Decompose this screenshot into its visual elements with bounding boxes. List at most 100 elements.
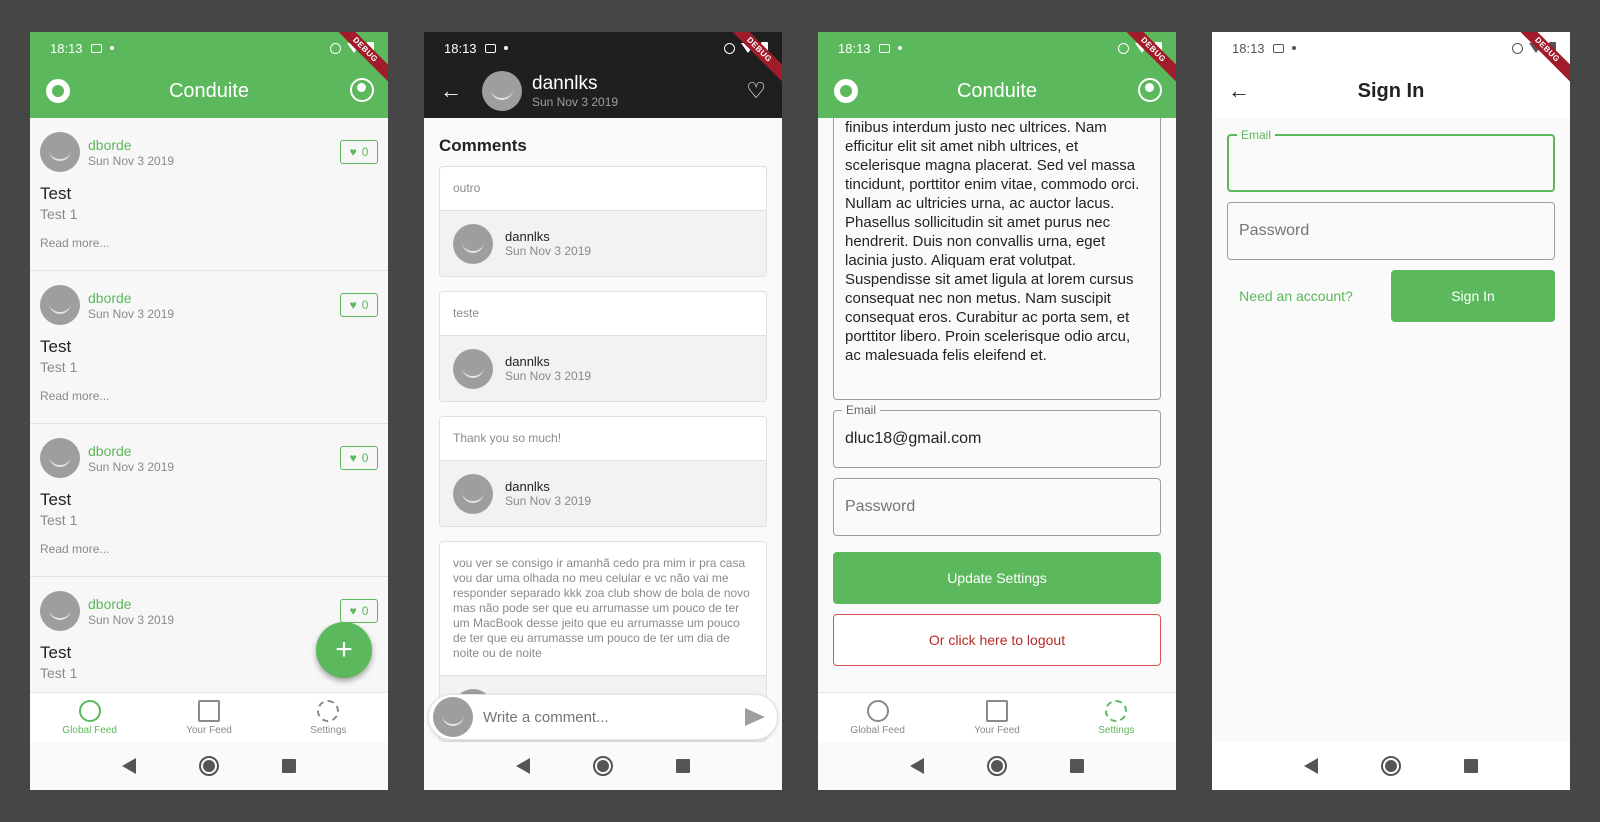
system-home-icon[interactable] bbox=[198, 756, 219, 776]
article-title: Test bbox=[40, 184, 72, 203]
password-field[interactable]: Password bbox=[833, 478, 1161, 536]
my-avatar bbox=[433, 697, 473, 737]
avatar[interactable] bbox=[40, 285, 80, 325]
battery-icon bbox=[1155, 42, 1162, 54]
email-field[interactable]: Email bbox=[1227, 128, 1555, 192]
gear-icon bbox=[1105, 699, 1128, 722]
status-time: 18:13 bbox=[838, 40, 871, 56]
update-settings-button[interactable]: Update Settings bbox=[833, 552, 1161, 604]
email-field[interactable]: Email dluc18@gmail.com bbox=[833, 403, 1161, 468]
article-date: Sun Nov 3 2019 bbox=[88, 153, 175, 168]
article-description: Test 1 bbox=[40, 206, 78, 222]
article-card[interactable]: dborde Sun Nov 3 2019 ♥ 0 Test Test 1 Read… bbox=[30, 424, 388, 577]
nav-label: Your Feed bbox=[186, 724, 232, 736]
system-home-icon[interactable] bbox=[592, 756, 613, 776]
nav-your-feed[interactable]: Your Feed bbox=[937, 693, 1056, 742]
status-bar: 18:13 bbox=[30, 32, 388, 64]
avatar[interactable] bbox=[40, 591, 80, 631]
comment-input-bar[interactable]: Write a comment... bbox=[428, 694, 778, 740]
avatar[interactable] bbox=[453, 348, 493, 389]
password-field[interactable]: Password bbox=[1227, 202, 1555, 260]
status-bar: 18:13 bbox=[818, 32, 1176, 64]
logout-button[interactable]: Or click here to logout bbox=[833, 614, 1161, 666]
article-author[interactable]: dannlks bbox=[532, 73, 618, 95]
like-count: 0 bbox=[361, 145, 369, 159]
comment-body: outro bbox=[453, 181, 481, 195]
heart-icon: ♥ bbox=[349, 298, 357, 312]
system-back-icon[interactable] bbox=[515, 758, 530, 774]
globe-icon bbox=[78, 699, 101, 722]
article-card[interactable]: dborde Sun Nov 3 2019 ♥ 0 Test Test 1 Read… bbox=[30, 271, 388, 424]
phone-global-feed: 18:13 Conduite DEBUG dborde Sun Nov 3 201… bbox=[30, 32, 388, 790]
system-recents-icon[interactable] bbox=[676, 759, 691, 773]
article-author[interactable]: dborde bbox=[88, 290, 174, 306]
nav-settings[interactable]: Settings bbox=[1057, 693, 1176, 742]
read-more-link[interactable]: Read more... bbox=[40, 389, 378, 403]
comment-input[interactable]: Write a comment... bbox=[483, 709, 609, 726]
password-placeholder: Password bbox=[845, 498, 916, 515]
app-bar: ← dannlks Sun Nov 3 2019 ♡ bbox=[424, 64, 782, 118]
comment-date: Sun Nov 3 2019 bbox=[505, 369, 592, 383]
bio-textarea[interactable]: finibus interdum justo nec ultrices. Nam… bbox=[833, 118, 1161, 400]
avatar[interactable] bbox=[40, 132, 80, 172]
read-more-link[interactable]: Read more... bbox=[40, 236, 378, 250]
comment-date: Sun Nov 3 2019 bbox=[505, 494, 592, 508]
heart-icon: ♥ bbox=[349, 145, 357, 159]
status-time: 18:13 bbox=[444, 40, 477, 56]
nav-global-feed[interactable]: Global Feed bbox=[818, 693, 937, 742]
alarm-icon bbox=[1512, 42, 1523, 54]
password-placeholder: Password bbox=[1239, 222, 1310, 239]
like-button[interactable]: ♥ 0 bbox=[340, 599, 378, 623]
article-date: Sun Nov 3 2019 bbox=[532, 95, 619, 109]
system-home-icon[interactable] bbox=[986, 756, 1007, 776]
system-recents-icon[interactable] bbox=[1464, 759, 1479, 773]
article-card[interactable]: dborde Sun Nov 3 2019 ♥ 0 Test Test 1 Read… bbox=[30, 118, 388, 271]
comment-card: teste dannlks Sun Nov 3 2019 bbox=[439, 291, 767, 402]
nav-global-feed[interactable]: Global Feed bbox=[30, 693, 149, 742]
nav-label: Settings bbox=[310, 724, 347, 736]
app-title: Conduite bbox=[168, 79, 250, 102]
profile-icon[interactable] bbox=[350, 78, 374, 102]
comment-author[interactable]: dannlks bbox=[505, 354, 591, 369]
comment-body: Thank you so much! bbox=[453, 431, 562, 445]
author-avatar[interactable] bbox=[482, 71, 522, 111]
article-author[interactable]: dborde bbox=[88, 443, 174, 459]
system-back-icon[interactable] bbox=[1303, 758, 1318, 774]
comment-date: Sun Nov 3 2019 bbox=[505, 244, 592, 258]
system-recents-icon[interactable] bbox=[1070, 759, 1085, 773]
article-title: Test bbox=[40, 337, 72, 356]
bottom-nav: Global Feed Your Feed Settings bbox=[30, 692, 388, 742]
sign-in-button[interactable]: Sign In bbox=[1391, 270, 1555, 322]
need-account-link[interactable]: Need an account? bbox=[1227, 288, 1365, 304]
nav-your-feed[interactable]: Your Feed bbox=[149, 693, 268, 742]
nav-label: Global Feed bbox=[850, 724, 905, 736]
system-back-icon[interactable] bbox=[121, 758, 136, 774]
send-icon[interactable] bbox=[745, 708, 765, 726]
alarm-icon bbox=[330, 42, 341, 54]
comment-author[interactable]: dannlks bbox=[505, 479, 591, 494]
wifi-icon bbox=[347, 43, 361, 53]
nav-settings[interactable]: Settings bbox=[269, 693, 388, 742]
back-arrow-icon[interactable]: ← bbox=[440, 78, 462, 104]
article-author[interactable]: dborde bbox=[88, 137, 174, 153]
favorite-heart-icon[interactable]: ♡ bbox=[746, 78, 766, 104]
avatar[interactable] bbox=[453, 223, 493, 264]
comment-body: teste bbox=[453, 306, 480, 320]
page-title: Sign In bbox=[1357, 79, 1425, 102]
status-bar: 18:13 bbox=[424, 32, 782, 64]
system-recents-icon[interactable] bbox=[282, 759, 297, 773]
system-back-icon[interactable] bbox=[909, 758, 924, 774]
profile-icon[interactable] bbox=[1138, 78, 1162, 102]
add-article-button[interactable]: + bbox=[316, 622, 372, 678]
notification-icon bbox=[484, 43, 496, 53]
system-home-icon[interactable] bbox=[1380, 756, 1401, 776]
like-button[interactable]: ♥ 0 bbox=[340, 446, 378, 470]
article-author[interactable]: dborde bbox=[88, 596, 174, 612]
avatar[interactable] bbox=[40, 438, 80, 478]
like-button[interactable]: ♥ 0 bbox=[340, 140, 378, 164]
read-more-link[interactable]: Read more... bbox=[40, 542, 378, 556]
like-button[interactable]: ♥ 0 bbox=[340, 293, 378, 317]
email-label: Email bbox=[842, 403, 881, 417]
comment-author[interactable]: dannlks bbox=[505, 229, 591, 244]
avatar[interactable] bbox=[453, 473, 493, 514]
